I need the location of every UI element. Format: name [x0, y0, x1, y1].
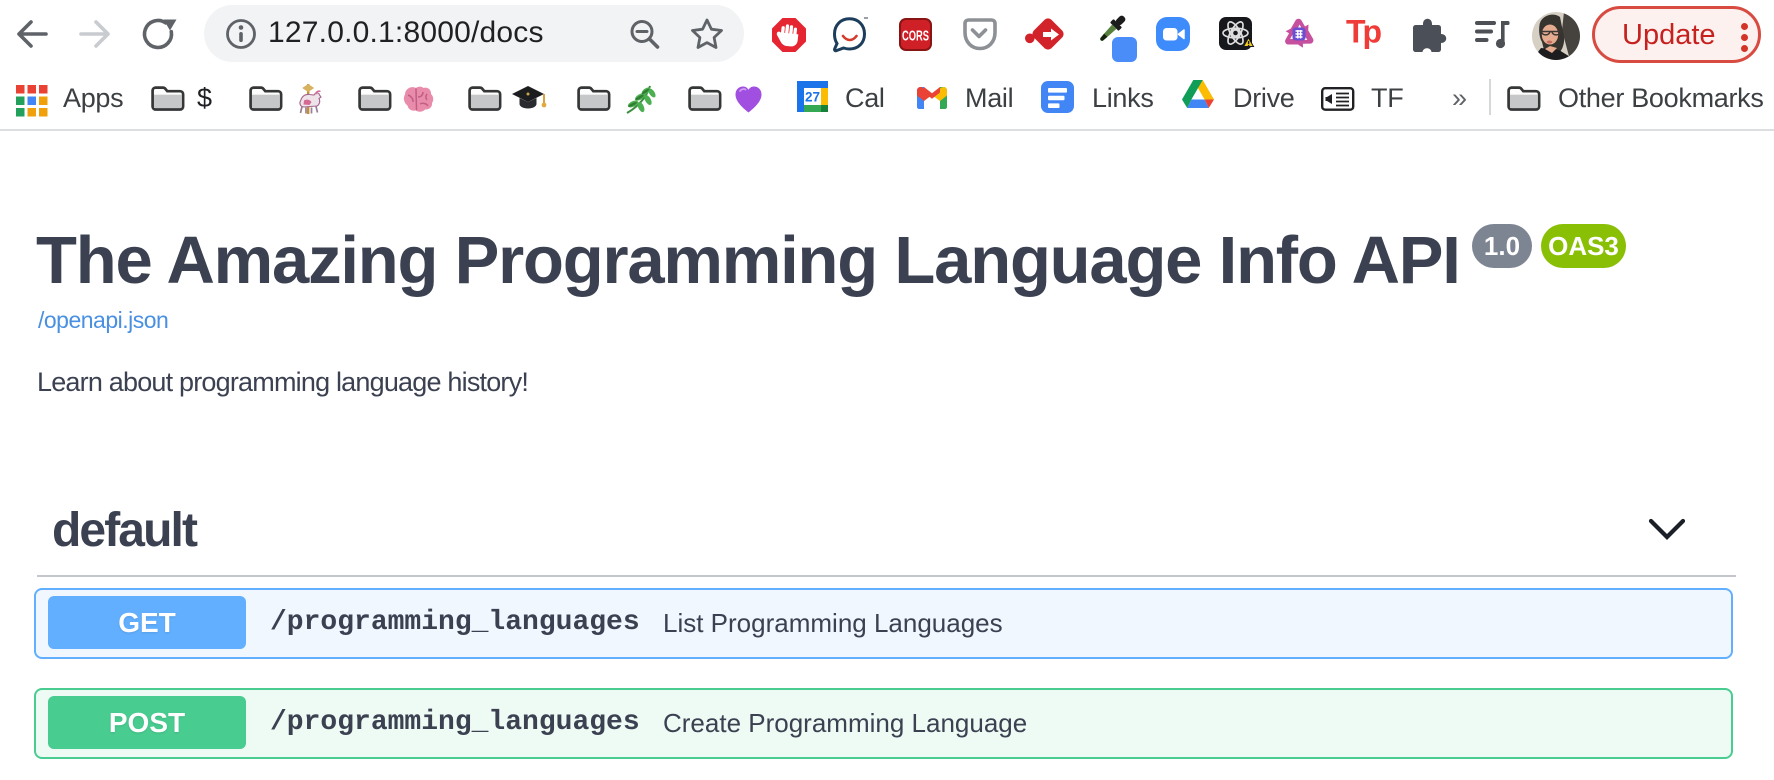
svg-text:CORS: CORS [902, 29, 929, 45]
svg-text:Tp: Tp [1346, 14, 1382, 50]
svg-text:27: 27 [805, 90, 820, 105]
